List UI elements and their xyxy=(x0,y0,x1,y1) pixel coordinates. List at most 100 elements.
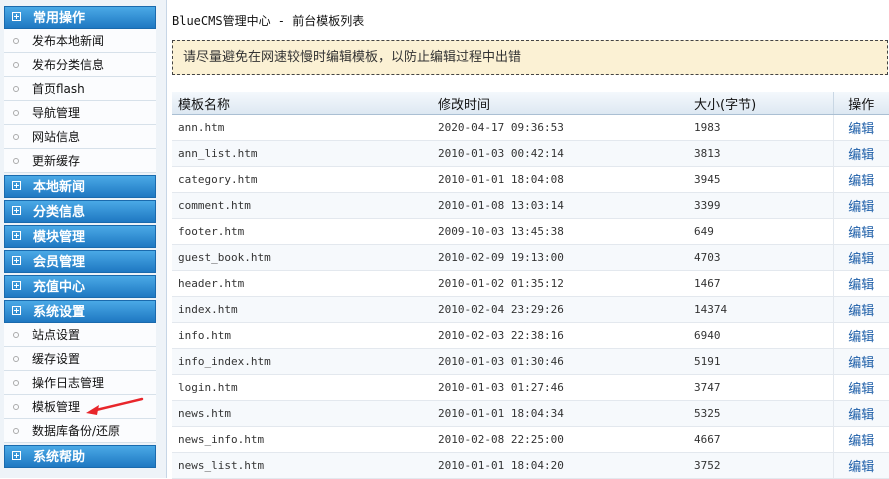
size-cell: 3813 xyxy=(688,140,833,167)
template-name-cell: category.htm xyxy=(172,166,432,193)
modified-time-cell: 2010-02-04 23:29:26 xyxy=(432,296,688,323)
sidebar-item-label: 更新缓存 xyxy=(32,154,81,168)
modified-time-cell: 2020-04-17 09:36:53 xyxy=(432,114,688,141)
bullet-circle-icon xyxy=(13,404,19,410)
sidebar-section-2[interactable]: 分类信息 xyxy=(4,200,156,223)
modified-time-cell: 2010-02-08 22:25:00 xyxy=(432,426,688,453)
expand-plus-icon xyxy=(12,256,21,265)
sidebar-section-label: 会员管理 xyxy=(33,255,86,270)
table-row: info.htm 2010-02-03 22:38:16 6940 编辑 xyxy=(172,322,889,349)
table-row: news_info.htm 2010-02-08 22:25:00 4667 编辑 xyxy=(172,426,889,453)
col-header-time: 修改时间 xyxy=(432,92,688,115)
size-cell: 3747 xyxy=(688,374,833,401)
expand-plus-icon xyxy=(12,206,21,215)
sidebar-item[interactable]: 发布本地新闻 xyxy=(4,29,156,53)
sidebar-item[interactable]: 发布分类信息 xyxy=(4,53,156,77)
sidebar-section-3[interactable]: 模块管理 xyxy=(4,225,156,248)
modified-time-cell: 2010-01-03 01:27:46 xyxy=(432,374,688,401)
sidebar-item-label: 首页flash xyxy=(32,82,85,96)
edit-link[interactable]: 编辑 xyxy=(832,296,889,323)
table-row: category.htm 2010-01-01 18:04:08 3945 编辑 xyxy=(172,166,889,193)
sidebar-section-label: 充值中心 xyxy=(33,280,86,295)
sidebar-section-7[interactable]: 系统帮助 xyxy=(4,445,156,468)
table-row: login.htm 2010-01-03 01:27:46 3747 编辑 xyxy=(172,374,889,401)
edit-link[interactable]: 编辑 xyxy=(832,114,889,141)
sidebar-section-1[interactable]: 本地新闻 xyxy=(4,175,156,198)
edit-link[interactable]: 编辑 xyxy=(832,140,889,167)
sidebar-section-0[interactable]: 常用操作 xyxy=(4,6,156,29)
size-cell: 3945 xyxy=(688,166,833,193)
sidebar-item[interactable]: 更新缓存 xyxy=(4,149,156,173)
modified-time-cell: 2010-01-01 18:04:20 xyxy=(432,452,688,479)
size-cell: 3752 xyxy=(688,452,833,479)
edit-link[interactable]: 编辑 xyxy=(832,166,889,193)
edit-link[interactable]: 编辑 xyxy=(832,426,889,453)
sidebar-item-label: 操作日志管理 xyxy=(32,376,105,390)
table-row: news_list.htm 2010-01-01 18:04:20 3752 编辑 xyxy=(172,452,889,479)
warning-tip: 请尽量避免在网速较慢时编辑模板，以防止编辑过程中出错 xyxy=(172,40,888,75)
edit-link[interactable]: 编辑 xyxy=(832,244,889,271)
edit-link[interactable]: 编辑 xyxy=(832,270,889,297)
bullet-circle-icon xyxy=(13,380,19,386)
table-row: news.htm 2010-01-01 18:04:34 5325 编辑 xyxy=(172,400,889,427)
sidebar-item[interactable]: 网站信息 xyxy=(4,125,156,149)
size-cell: 5325 xyxy=(688,400,833,427)
sidebar-item[interactable]: 导航管理 xyxy=(4,101,156,125)
edit-link[interactable]: 编辑 xyxy=(832,400,889,427)
sidebar-item[interactable]: 操作日志管理 xyxy=(4,371,156,395)
table-row: header.htm 2010-01-02 01:35:12 1467 编辑 xyxy=(172,270,889,297)
bullet-circle-icon xyxy=(13,86,19,92)
bullet-circle-icon xyxy=(13,62,19,68)
edit-link[interactable]: 编辑 xyxy=(832,348,889,375)
template-name-cell: header.htm xyxy=(172,270,432,297)
modified-time-cell: 2010-01-02 01:35:12 xyxy=(432,270,688,297)
sidebar-item-label: 发布本地新闻 xyxy=(32,34,105,48)
sidebar-item[interactable]: 首页flash xyxy=(4,77,156,101)
sidebar-item-label: 网站信息 xyxy=(32,130,81,144)
modified-time-cell: 2009-10-03 13:45:38 xyxy=(432,218,688,245)
bullet-circle-icon xyxy=(13,428,19,434)
table-row: ann_list.htm 2010-01-03 00:42:14 3813 编辑 xyxy=(172,140,889,167)
size-cell: 1983 xyxy=(688,114,833,141)
modified-time-cell: 2010-02-03 22:38:16 xyxy=(432,322,688,349)
modified-time-cell: 2010-01-01 18:04:08 xyxy=(432,166,688,193)
template-name-cell: news_list.htm xyxy=(172,452,432,479)
sidebar-item[interactable]: 缓存设置 xyxy=(4,347,156,371)
template-name-cell: ann.htm xyxy=(172,114,432,141)
edit-link[interactable]: 编辑 xyxy=(832,374,889,401)
sidebar-section-6[interactable]: 系统设置 xyxy=(4,300,156,323)
expand-plus-icon xyxy=(12,451,21,460)
modified-time-cell: 2010-01-01 18:04:34 xyxy=(432,400,688,427)
bullet-circle-icon xyxy=(13,356,19,362)
size-cell: 5191 xyxy=(688,348,833,375)
sidebar-section-label: 模块管理 xyxy=(33,230,86,245)
col-header-size: 大小(字节) xyxy=(688,92,833,115)
edit-link[interactable]: 编辑 xyxy=(832,452,889,479)
expand-plus-icon xyxy=(12,231,21,240)
page-title: BlueCMS管理中心 - 前台模板列表 xyxy=(172,14,365,28)
edit-link[interactable]: 编辑 xyxy=(832,218,889,245)
sidebar-section-5[interactable]: 充值中心 xyxy=(4,275,156,298)
size-cell: 4703 xyxy=(688,244,833,271)
sidebar-item-label: 模板管理 xyxy=(32,400,81,414)
bullet-circle-icon xyxy=(13,158,19,164)
edit-link[interactable]: 编辑 xyxy=(832,192,889,219)
template-name-cell: news_info.htm xyxy=(172,426,432,453)
sidebar-item[interactable]: 数据库备份/还原 xyxy=(4,419,156,443)
template-name-cell: info.htm xyxy=(172,322,432,349)
size-cell: 6940 xyxy=(688,322,833,349)
sidebar-item[interactable]: 站点设置 xyxy=(4,323,156,347)
sidebar-section-4[interactable]: 会员管理 xyxy=(4,250,156,273)
table-row: guest_book.htm 2010-02-09 19:13:00 4703 编辑 xyxy=(172,244,889,271)
edit-link[interactable]: 编辑 xyxy=(832,322,889,349)
sidebar-item-label: 缓存设置 xyxy=(32,352,81,366)
table-body: ann.htm 2020-04-17 09:36:53 1983 编辑 ann_list… xyxy=(172,114,889,479)
red-arrow-annotation xyxy=(86,397,144,415)
template-name-cell: comment.htm xyxy=(172,192,432,219)
expand-plus-icon xyxy=(12,181,21,190)
table-row: info_index.htm 2010-01-03 01:30:46 5191 编辑 xyxy=(172,348,889,375)
template-name-cell: login.htm xyxy=(172,374,432,401)
sidebar-section-label: 本地新闻 xyxy=(33,180,86,195)
template-name-cell: ann_list.htm xyxy=(172,140,432,167)
template-name-cell: footer.htm xyxy=(172,218,432,245)
